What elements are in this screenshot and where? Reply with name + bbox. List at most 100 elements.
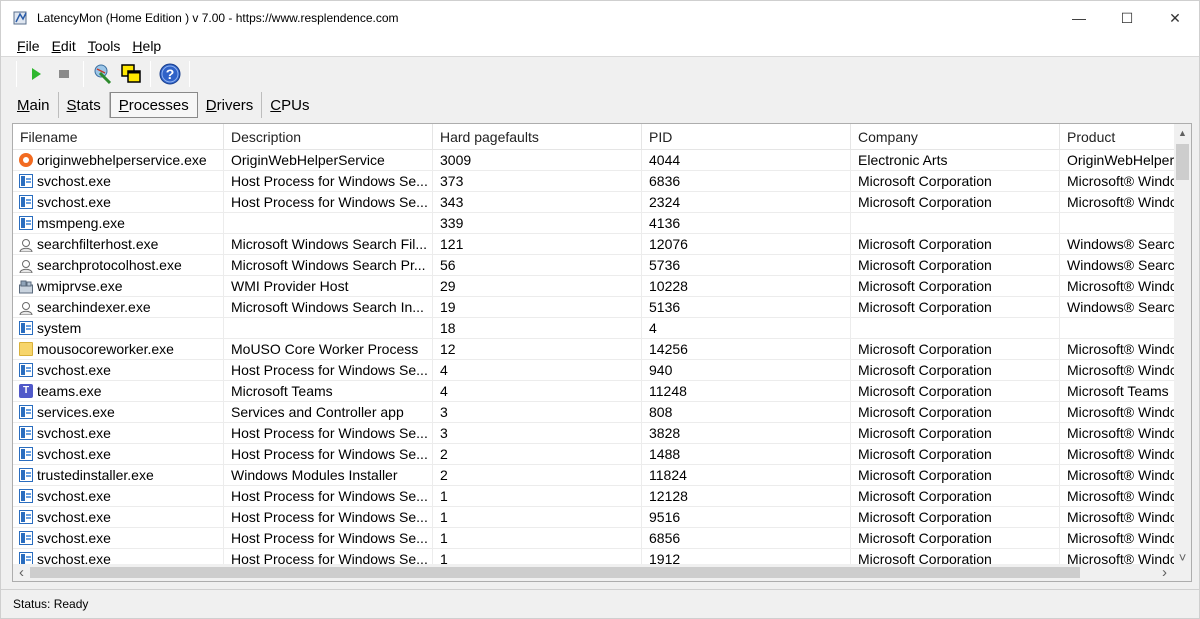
service-process-icon [19,468,33,482]
table-row[interactable]: svchost.exe Host Process for Windows Se..… [13,423,1175,444]
tab-processes[interactable]: Processes [109,92,198,118]
tab-main-label: ain [29,96,50,114]
horizontal-scrollbar[interactable]: ‹ › [13,564,1191,581]
horizontal-scroll-thumb[interactable] [30,567,1080,578]
title-bar[interactable]: LatencyMon (Home Edition ) v 7.00 - http… [1,1,1199,35]
table-row[interactable]: svchost.exe Host Process for Windows Se..… [13,192,1175,213]
pid-cell: 3828 [642,423,851,444]
filename-cell: searchprotocolhost.exe [13,255,224,276]
table-row[interactable]: svchost.exe Host Process for Windows Se..… [13,528,1175,549]
tab-main[interactable]: Main [9,92,59,118]
search-process-icon [19,237,33,253]
menu-edit[interactable]: Edit [50,38,78,54]
product-cell: Windows® Searc [1060,255,1175,276]
column-header-filename[interactable]: Filename [13,124,224,150]
table-row[interactable]: mousocoreworker.exe MoUSO Core Worker Pro… [13,339,1175,360]
help-button[interactable]: ? [156,60,184,88]
service-process-icon [19,321,33,335]
description-cell: OriginWebHelperService [224,150,433,171]
product-cell: Microsoft® Windc [1060,507,1175,528]
minimize-button[interactable]: — [1055,1,1103,35]
table-row[interactable]: searchindexer.exe Microsoft Windows Searc… [13,297,1175,318]
scroll-left-arrow[interactable]: ‹ [13,564,30,581]
hard-pagefaults-cell: 3 [433,423,642,444]
filename-text: svchost.exe [37,446,111,462]
table-row[interactable]: wmiprvse.exe WMI Provider Host 29 10228 Micr… [13,276,1175,297]
table-row[interactable]: svchost.exe Host Process for Windows Se..… [13,171,1175,192]
table-row[interactable]: services.exe Services and Controller app 3… [13,402,1175,423]
column-header-product[interactable]: Product [1060,124,1175,150]
origin-icon [19,153,33,167]
menu-edit-mnemonic: E [51,37,61,54]
column-header-hard-pagefaults[interactable]: Hard pagefaults [433,124,642,150]
table-row[interactable]: svchost.exe Host Process for Windows Se..… [13,486,1175,507]
wand-icon [94,64,112,85]
service-process-icon [19,531,33,545]
pid-cell: 4136 [642,213,851,234]
company-cell: Microsoft Corporation [851,486,1060,507]
scroll-up-arrow[interactable]: ▲ [1174,124,1191,141]
service-process-icon [19,195,33,209]
product-cell: Microsoft Teams [1060,381,1175,402]
scroll-right-arrow[interactable]: › [1156,564,1173,581]
company-cell: Microsoft Corporation [851,360,1060,381]
table-row[interactable]: system 18 4 [13,318,1175,339]
windows-tool-button[interactable] [117,60,145,88]
filename-cell: wmiprvse.exe [13,276,224,297]
filename-cell: originwebhelperservice.exe [13,150,224,171]
table-row[interactable]: svchost.exe Host Process for Windows Se..… [13,444,1175,465]
column-header-company[interactable]: Company [851,124,1060,150]
company-cell: Microsoft Corporation [851,192,1060,213]
maximize-button[interactable]: ☐ [1103,1,1151,35]
vertical-scrollbar[interactable]: ▲ ˅ [1174,124,1191,566]
filename-cell: trustedinstaller.exe [13,465,224,486]
filename-text: svchost.exe [37,530,111,546]
filename-cell: svchost.exe [13,423,224,444]
filename-text: searchprotocolhost.exe [37,257,182,273]
start-button[interactable] [22,60,50,88]
menu-help-label: elp [142,37,162,54]
vertical-scroll-thumb[interactable] [1176,144,1189,180]
tab-drivers[interactable]: Drivers [198,92,263,118]
pid-cell: 5736 [642,255,851,276]
pid-cell: 2324 [642,192,851,213]
filename-cell: svchost.exe [13,528,224,549]
description-cell: Host Process for Windows Se... [224,171,433,192]
table-row[interactable]: searchprotocolhost.exe Microsoft Windows … [13,255,1175,276]
table-row[interactable]: trustedinstaller.exe Windows Modules Inst… [13,465,1175,486]
menu-file[interactable]: File [15,38,42,54]
status-text: Status: Ready [13,597,89,611]
drivers-tool-button[interactable] [89,60,117,88]
description-cell: Host Process for Windows Se... [224,507,433,528]
filename-text: originwebhelperservice.exe [37,152,207,168]
service-process-icon [19,405,33,419]
close-button[interactable]: ✕ [1151,1,1199,35]
hard-pagefaults-cell: 19 [433,297,642,318]
column-header-description[interactable]: Description [224,124,433,150]
pid-cell: 11824 [642,465,851,486]
product-cell: Microsoft® Windc [1060,486,1175,507]
table-row[interactable]: svchost.exe Host Process for Windows Se..… [13,507,1175,528]
processes-table: Filename Description Hard pagefaults PID… [12,123,1192,582]
tab-cpus-label: PUs [281,96,310,114]
table-row[interactable]: svchost.exe Host Process for Windows Se..… [13,360,1175,381]
menu-tools[interactable]: Tools [86,38,123,54]
hard-pagefaults-cell: 12 [433,339,642,360]
service-process-icon [19,174,33,188]
menu-file-label: ile [25,37,40,54]
stop-button[interactable] [50,60,78,88]
menu-tools-label: ools [94,37,121,54]
tab-cpus[interactable]: C PUs [262,92,317,118]
tab-stats[interactable]: Stats [59,92,110,118]
menu-help[interactable]: Help [130,38,163,54]
filename-text: svchost.exe [37,362,111,378]
table-row[interactable]: searchfilterhost.exe Microsoft Windows Se… [13,234,1175,255]
table-row[interactable]: msmpeng.exe 339 4136 [13,213,1175,234]
column-header-pid[interactable]: PID [642,124,851,150]
latencymon-app-icon [13,10,29,26]
product-cell: Microsoft® Windc [1060,171,1175,192]
help-icon: ? [159,63,181,85]
table-row[interactable]: originwebhelperservice.exe OriginWebHelpe… [13,150,1175,171]
table-row[interactable]: Tteams.exe Microsoft Teams 4 11248 Microsoft… [13,381,1175,402]
tab-stats-label: tats [76,96,101,114]
